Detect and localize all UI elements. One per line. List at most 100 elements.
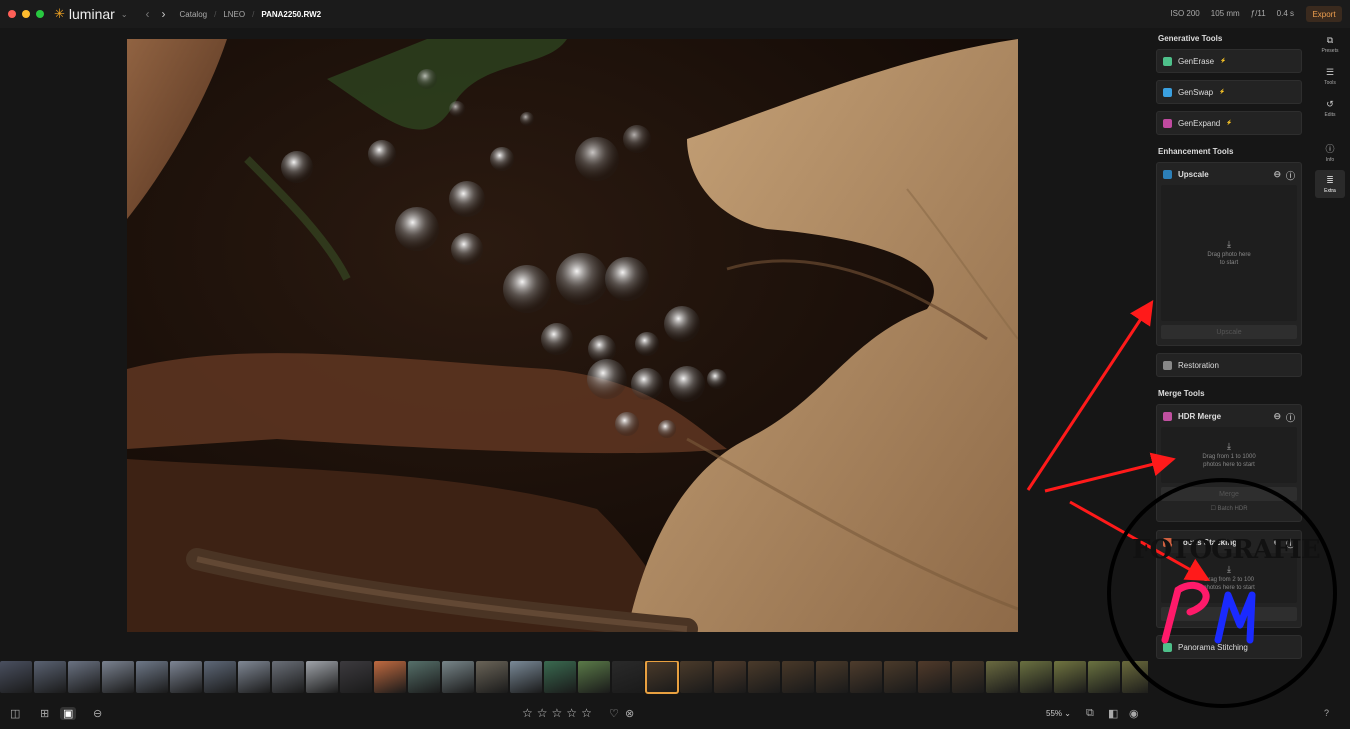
filmstrip-thumbnail[interactable]	[748, 661, 780, 693]
info-icon[interactable]: ⓘ	[1286, 411, 1295, 424]
filmstrip-thumbnail[interactable]	[68, 661, 100, 693]
filmstrip-thumbnail[interactable]	[204, 661, 236, 693]
grid-view-icon[interactable]: ⊞	[40, 707, 49, 720]
app-menu[interactable]: ✳ luminar ⌄	[54, 6, 128, 22]
help-icon[interactable]: ?	[1324, 708, 1329, 718]
genswap-button[interactable]: GenSwap ⚡	[1156, 80, 1302, 104]
generase-button[interactable]: GenErase ⚡	[1156, 49, 1302, 73]
filmstrip-thumbnail[interactable]	[408, 661, 440, 693]
star-icon[interactable]: ☆	[522, 706, 533, 720]
breadcrumb: Catalog / LNEO / PANA2250.RW2	[179, 9, 322, 19]
filmstrip-thumbnail[interactable]	[442, 661, 474, 693]
filmstrip-thumbnail[interactable]	[884, 661, 916, 693]
breadcrumb-catalog[interactable]: Catalog	[180, 10, 208, 19]
filmstrip-thumbnail[interactable]	[714, 661, 746, 693]
filmstrip-thumbnail[interactable]	[782, 661, 814, 693]
filmstrip-thumbnail[interactable]	[612, 661, 644, 693]
filmstrip-thumbnail[interactable]	[1088, 661, 1120, 693]
filmstrip-thumbnail[interactable]	[34, 661, 66, 693]
filmstrip-thumbnail[interactable]	[102, 661, 134, 693]
filmstrip-thumbnail[interactable]	[850, 661, 882, 693]
filmstrip-thumbnail[interactable]	[544, 661, 576, 693]
star-icon[interactable]: ☆	[581, 706, 592, 720]
upscale-header[interactable]: Upscale ⊖ ⓘ	[1157, 163, 1301, 185]
single-view-icon[interactable]: ▣	[60, 707, 77, 720]
filmstrip-thumbnail[interactable]	[374, 661, 406, 693]
filmstrip-thumbnail[interactable]	[645, 661, 679, 694]
presets-icon: ⧉	[1326, 34, 1334, 45]
breadcrumb-folder[interactable]: LNEO	[223, 10, 245, 19]
aperture-value: ƒ/11	[1250, 9, 1266, 18]
filmstrip-thumbnail[interactable]	[578, 661, 610, 693]
split-view-icon[interactable]: ◧	[1108, 707, 1118, 720]
before-after-icon[interactable]: ⧉	[1086, 707, 1094, 720]
extra-tools-panel: Generative Tools GenErase ⚡ GenSwap ⚡ GenE…	[1150, 28, 1308, 728]
batch-hdr-label: Batch HDR	[1217, 506, 1248, 512]
heart-icon[interactable]: ♡	[609, 707, 619, 720]
filmstrip-thumbnail[interactable]	[1020, 661, 1052, 693]
filmstrip-thumbnail[interactable]	[510, 661, 542, 693]
filmstrip-thumbnail[interactable]	[986, 661, 1018, 693]
filmstrip-thumbnail[interactable]	[170, 661, 202, 693]
tools-tab[interactable]: ☰ Tools	[1315, 62, 1345, 90]
zoom-level[interactable]: 55% ⌄	[1046, 709, 1071, 718]
filmstrip-thumbnail[interactable]	[306, 661, 338, 693]
edits-tab[interactable]: ↺ Edits	[1315, 94, 1345, 122]
forward-arrow-icon[interactable]: ›	[162, 7, 166, 21]
star-icon[interactable]: ☆	[566, 706, 577, 720]
close-window-button[interactable]	[8, 10, 16, 18]
star-icon[interactable]: ☆	[537, 706, 548, 720]
upscale-action-button[interactable]: Upscale	[1161, 325, 1297, 339]
reject-icon[interactable]: ⊗	[625, 707, 634, 720]
info-icon[interactable]: ⓘ	[1286, 169, 1295, 182]
export-button[interactable]: Export	[1306, 6, 1342, 22]
collapse-icon[interactable]: ⊖	[1273, 411, 1281, 424]
extra-tab[interactable]: ≣ Extra	[1315, 170, 1345, 198]
edits-tab-label: Edits	[1324, 111, 1336, 118]
watermark-text: FOTOGRAFIE	[1132, 535, 1321, 565]
stack-button[interactable]	[1161, 607, 1297, 621]
filmstrip-thumbnail[interactable]	[1054, 661, 1086, 693]
generase-icon	[1163, 56, 1172, 66]
luminar-logo-icon: ✳	[54, 6, 65, 21]
hdr-merge-label: HDR Merge	[1178, 411, 1222, 421]
generase-label: GenErase	[1178, 56, 1215, 66]
filmstrip-thumbnail[interactable]	[680, 661, 712, 693]
hdr-merge-header[interactable]: HDR Merge ⊖ ⓘ	[1157, 405, 1301, 427]
collapse-icon[interactable]: ⊖	[1273, 169, 1281, 182]
filmstrip-thumbnail[interactable]	[476, 661, 508, 693]
minimize-window-button[interactable]	[22, 10, 30, 18]
app-name: luminar	[68, 6, 115, 22]
rating-stars[interactable]: ☆ ☆ ☆ ☆ ☆	[522, 706, 592, 720]
back-arrow-icon[interactable]: ‹	[146, 7, 150, 21]
filmstrip-thumbnail[interactable]	[816, 661, 848, 693]
filmstrip-thumbnail[interactable]	[952, 661, 984, 693]
upscale-dropzone[interactable]: ⤓ Drag photo here to start	[1161, 185, 1297, 321]
shutter-value: 0.4 s	[1276, 9, 1294, 18]
zoom-window-button[interactable]	[36, 10, 44, 18]
filmstrip[interactable]	[0, 661, 1148, 695]
sidebar-toggle-icon[interactable]: ◫	[10, 707, 20, 720]
compare-icon[interactable]: ⊖	[93, 707, 102, 720]
eye-icon[interactable]: ◉	[1129, 707, 1139, 720]
filmstrip-thumbnail[interactable]	[340, 661, 372, 693]
presets-tab[interactable]: ⧉ Presets	[1315, 30, 1345, 58]
upscale-card: Upscale ⊖ ⓘ ⤓ Drag photo here to start U…	[1156, 162, 1302, 346]
hdr-dropzone[interactable]: ⤓ Drag from 1 to 1000 photos here to sta…	[1161, 427, 1297, 483]
filmstrip-thumbnail[interactable]	[136, 661, 168, 693]
filmstrip-thumbnail[interactable]	[238, 661, 270, 693]
filmstrip-thumbnail[interactable]	[0, 661, 32, 693]
info-tab[interactable]: ⓘ Info	[1315, 138, 1345, 166]
genexpand-button[interactable]: GenExpand ⚡	[1156, 111, 1302, 135]
filmstrip-thumbnail[interactable]	[272, 661, 304, 693]
panorama-stitching-button[interactable]: Panorama Stitching	[1156, 635, 1302, 659]
genexpand-icon	[1163, 118, 1172, 128]
merge-button[interactable]: Merge	[1161, 487, 1297, 501]
dropzone-text: Drag from 2 to 100	[1203, 576, 1255, 583]
restoration-button[interactable]: Restoration	[1156, 353, 1302, 377]
main-photo[interactable]	[127, 39, 1018, 632]
filmstrip-thumbnail[interactable]	[1122, 661, 1148, 693]
filmstrip-thumbnail[interactable]	[918, 661, 950, 693]
star-icon[interactable]: ☆	[552, 706, 563, 720]
batch-hdr-checkbox[interactable]: ☐ Batch HDR	[1157, 505, 1301, 512]
